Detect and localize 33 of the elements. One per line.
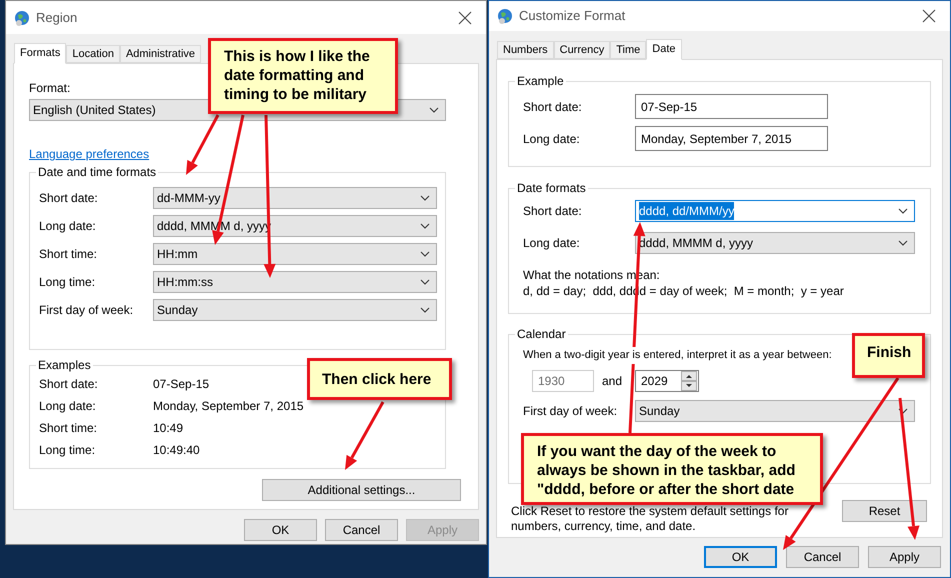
and-label: and — [601, 372, 624, 390]
callout-tooltip: Then click here — [307, 358, 452, 400]
field-label: Short date: — [523, 98, 583, 116]
group-title: Calendar — [515, 327, 568, 341]
callout-tooltip: This is how I like the date formatting and timing to be military — [208, 38, 398, 114]
field-label: Long date: — [39, 218, 97, 235]
field-label: Short date: — [523, 203, 583, 220]
callout-tooltip: If you want the day of the week to always be shown in the taskbar, add "dddd, before or after the short date — [521, 433, 823, 505]
field-label: Long date: — [39, 398, 97, 415]
group-title: Examples — [36, 358, 93, 372]
prompt-text: When a two-digit year is entered, interpret it as a year between: — [523, 347, 832, 364]
field-label: Long date: — [523, 130, 581, 148]
field-label: Long date: — [523, 235, 581, 252]
value-text: 10:49:40 — [153, 442, 200, 459]
field-label: Short time: — [39, 420, 98, 437]
field-label: First day of week: — [39, 302, 134, 319]
callout-tooltip: Finish — [852, 333, 925, 378]
field-label: Long time: — [39, 274, 96, 291]
group-title: Date formats — [515, 181, 588, 195]
group-title: Date and time formats — [36, 165, 158, 179]
group-title: Example — [515, 74, 566, 88]
value-text: Monday, September 7, 2015 — [153, 398, 304, 415]
reset-note: Click Reset to restore the system default settings for numbers, currency, time, and date. — [511, 504, 790, 534]
field-label: Short date: — [39, 376, 99, 393]
field-label: First day of week: — [523, 402, 618, 420]
value-text: 07-Sep-15 — [153, 376, 210, 393]
field-label: Long time: — [39, 442, 96, 459]
field-label: Format: — [29, 80, 72, 93]
field-label: Short date: — [39, 190, 99, 207]
field-label: Short time: — [39, 246, 98, 263]
window-title: Region — [36, 8, 78, 27]
window-title: Customize Format — [519, 7, 626, 26]
value-text: 10:49 — [153, 420, 184, 437]
